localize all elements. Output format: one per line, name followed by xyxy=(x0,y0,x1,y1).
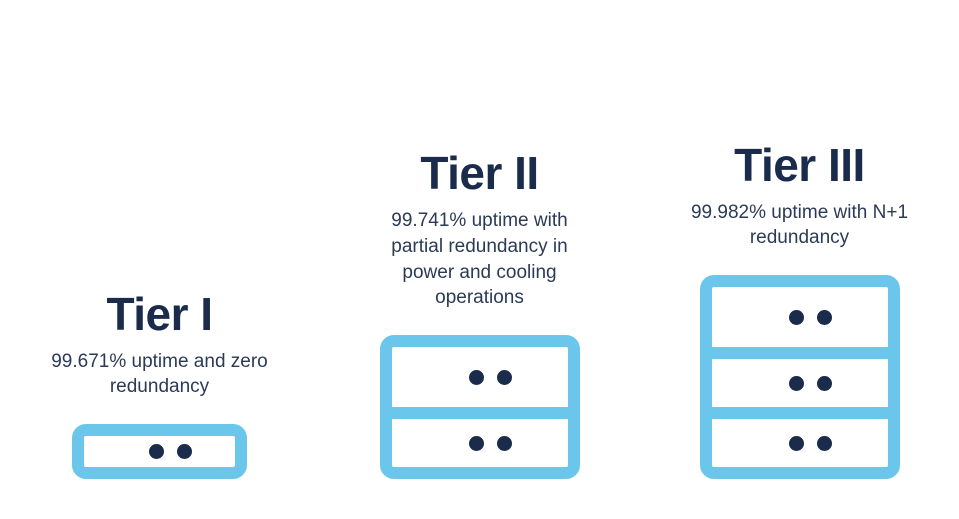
tier-2: Tier II 99.741% uptime with partial redu… xyxy=(350,146,610,479)
dot-icon xyxy=(497,370,512,385)
server-icon xyxy=(72,424,247,479)
dot-icon xyxy=(497,436,512,451)
server-dots xyxy=(789,436,832,451)
server-dots xyxy=(149,444,192,459)
server-unit xyxy=(712,407,888,467)
server-dots xyxy=(469,436,512,451)
dot-icon xyxy=(789,376,804,391)
dot-icon xyxy=(789,436,804,451)
tier-description: 99.671% uptime and zero redundancy xyxy=(45,349,275,400)
server-unit xyxy=(392,347,568,407)
dot-icon xyxy=(469,436,484,451)
server-unit xyxy=(392,407,568,467)
tier-title: Tier III xyxy=(734,138,865,192)
server-unit xyxy=(712,287,888,347)
dot-icon xyxy=(817,376,832,391)
dot-icon xyxy=(817,310,832,325)
server-dots xyxy=(789,376,832,391)
server-icon xyxy=(380,335,580,479)
tier-description: 99.741% uptime with partial redundancy i… xyxy=(365,208,595,311)
server-dots xyxy=(469,370,512,385)
tier-3: Tier III 99.982% uptime with N+1 redunda… xyxy=(670,138,930,479)
server-unit xyxy=(712,347,888,407)
tier-1: Tier I 99.671% uptime and zero redundanc… xyxy=(30,287,290,479)
dot-icon xyxy=(177,444,192,459)
tier-title: Tier I xyxy=(106,287,212,341)
dot-icon xyxy=(817,436,832,451)
dot-icon xyxy=(149,444,164,459)
tier-title: Tier II xyxy=(420,146,538,200)
server-dots xyxy=(789,310,832,325)
dot-icon xyxy=(469,370,484,385)
server-icon xyxy=(700,275,900,479)
tier-description: 99.982% uptime with N+1 redundancy xyxy=(685,200,915,251)
dot-icon xyxy=(789,310,804,325)
